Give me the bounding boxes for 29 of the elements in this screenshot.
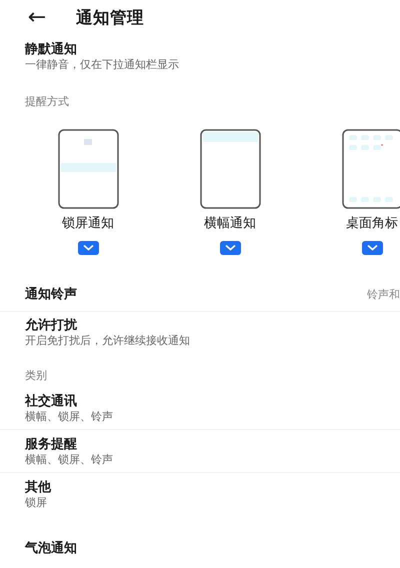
setting-description: 一律静音，仅在下拉通知栏显示 <box>25 58 180 72</box>
mode-label: 横幅通知 <box>204 216 256 232</box>
section-label: 类别 <box>24 368 48 384</box>
setting-title[interactable]: 静默通知 <box>25 42 400 58</box>
section-label: 提醒方式 <box>24 94 70 110</box>
setting-title[interactable]: 允许打扰 <box>25 318 400 334</box>
page-title: 通知管理 <box>76 6 144 29</box>
back-button[interactable]: ← <box>24 7 50 29</box>
setting-description: 横幅、锁屏、铃声 <box>25 452 114 466</box>
checkmark-icon <box>366 244 378 251</box>
checkbox[interactable] <box>220 240 240 254</box>
checkbox[interactable] <box>78 240 98 254</box>
setting-description: 锁屏 <box>25 496 48 510</box>
badge-phone-icon <box>342 128 400 208</box>
checkmark-icon <box>224 244 236 251</box>
setting-title[interactable]: 气泡通知 <box>25 540 400 556</box>
setting-description: 开启免打扰后，允许继续接收通知 <box>25 334 191 348</box>
checkbox[interactable] <box>362 240 382 254</box>
setting-title[interactable]: 通知铃声 <box>25 286 77 303</box>
banner-phone-icon <box>200 128 260 208</box>
category-title[interactable]: 服务提醒 <box>25 436 400 452</box>
mode-label: 锁屏通知 <box>62 216 114 232</box>
setting-value: 铃声和 <box>367 286 400 302</box>
checkmark-icon <box>82 244 94 251</box>
mode-label: 桌面角标 <box>346 216 398 232</box>
setting-description: 横幅、锁屏、铃声 <box>25 410 114 424</box>
category-title[interactable]: 其他 <box>25 480 400 496</box>
lockscreen-phone-icon <box>58 128 118 208</box>
category-title[interactable]: 社交通讯 <box>25 394 400 410</box>
